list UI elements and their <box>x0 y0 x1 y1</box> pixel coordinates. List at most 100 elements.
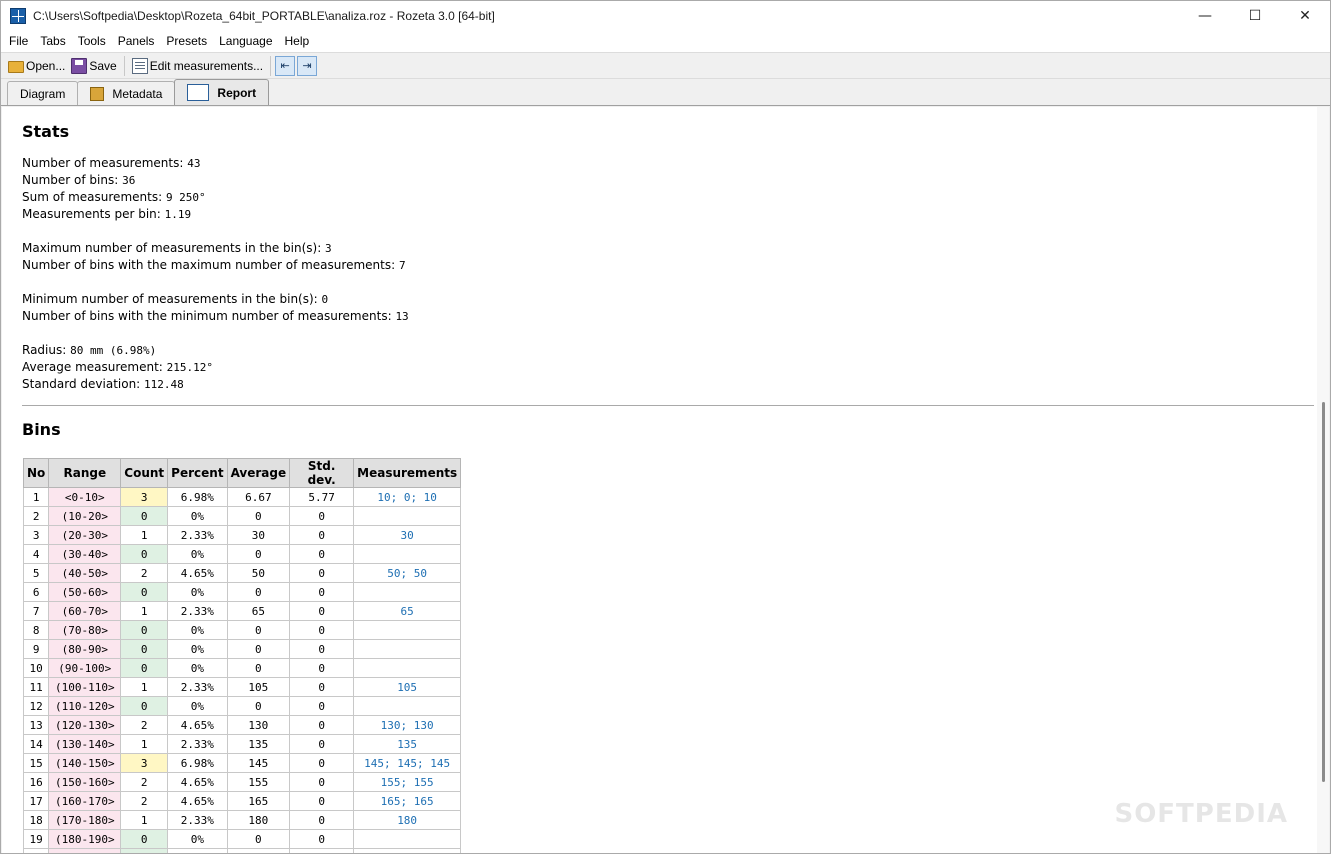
bin-percent-cell: 6.98% <box>167 753 228 773</box>
menu-help[interactable]: Help <box>279 31 316 52</box>
previous-panel-button[interactable]: ⇤ <box>275 55 296 76</box>
bin-range-cell: (60-70> <box>48 601 122 621</box>
menu-presets[interactable]: Presets <box>160 31 213 52</box>
column-header-average[interactable]: Average <box>226 458 291 488</box>
bin-percent-cell: 2.33% <box>167 734 228 754</box>
menu-tools[interactable]: Tools <box>72 31 112 52</box>
bin-std-dev-cell: 0 <box>289 506 355 526</box>
tab-report[interactable]: Report <box>174 79 270 105</box>
stat-line: Measurements per bin: 1.19 <box>22 206 1318 223</box>
bin-range-cell: (70-80> <box>48 620 122 640</box>
column-header-measurements[interactable]: Measurements <box>353 458 462 488</box>
bin-range-cell: (170-180> <box>48 810 122 830</box>
stat-line: Maximum number of measurements in the bi… <box>22 240 1318 257</box>
stat-value: 1.19 <box>164 208 192 221</box>
tab-metadata-label: Metadata <box>112 86 163 101</box>
stat-label: Measurements per bin: <box>22 207 165 221</box>
bin-number-cell: 14 <box>22 734 50 754</box>
next-panel-button[interactable]: ⇥ <box>297 55 318 76</box>
menu-bar: File Tabs Tools Panels Presets Language … <box>1 31 1330 52</box>
bin-range-cell: (100-110> <box>48 677 122 697</box>
bin-number-cell: 6 <box>22 582 50 602</box>
bin-number-cell: 18 <box>22 810 50 830</box>
bin-measurements-cell <box>353 506 462 526</box>
bin-std-dev-cell: 0 <box>289 791 355 811</box>
table-row: 6 (50-60> 0 0% 0 0 <box>22 582 462 602</box>
bin-measurements-cell <box>353 582 462 602</box>
maximize-button[interactable]: ☐ <box>1230 1 1280 31</box>
bin-percent-cell: 0% <box>167 829 228 849</box>
bins-table: No Range Count Percent Average Std. dev.… <box>22 458 462 853</box>
bin-number-cell: 17 <box>22 791 50 811</box>
menu-panels[interactable]: Panels <box>112 31 161 52</box>
bin-average-cell: 0 <box>226 620 291 640</box>
stat-label: Radius: <box>22 343 71 357</box>
stat-spacer <box>22 223 1318 240</box>
menu-file[interactable]: File <box>3 31 34 52</box>
bin-count-cell: 0 <box>120 620 169 640</box>
edit-measurements-button[interactable]: Edit measurements... <box>129 55 266 77</box>
bin-number-cell: 8 <box>22 620 50 640</box>
minimize-button[interactable]: — <box>1180 1 1230 31</box>
bin-std-dev-cell: 0 <box>289 525 355 545</box>
bin-percent-cell: 4.65% <box>167 715 228 735</box>
bin-average-cell: 180 <box>226 810 291 830</box>
bin-measurements-cell <box>353 848 462 853</box>
bin-measurements-cell: 165; 165 <box>353 791 462 811</box>
bin-number-cell: 1 <box>22 487 50 507</box>
bins-heading: Bins <box>22 420 61 439</box>
bin-std-dev-cell: 0 <box>289 829 355 849</box>
bin-range-cell: (120-130> <box>48 715 122 735</box>
bin-std-dev-cell: 0 <box>289 848 355 853</box>
vertical-scrollbar[interactable] <box>1317 107 1329 853</box>
column-header-std-dev[interactable]: Std. dev. <box>289 458 355 488</box>
bin-std-dev-cell: 0 <box>289 582 355 602</box>
bin-range-cell: (150-160> <box>48 772 122 792</box>
bin-std-dev-cell: 0 <box>289 753 355 773</box>
table-row: 12 (110-120> 0 0% 0 0 <box>22 696 462 716</box>
bin-std-dev-cell: 0 <box>289 715 355 735</box>
bin-measurements-cell: 30 <box>353 525 462 545</box>
table-row: 14 (130-140> 1 2.33% 135 0 135 <box>22 734 462 754</box>
bin-range-cell: (180-190> <box>48 829 122 849</box>
bin-std-dev-cell: 0 <box>289 734 355 754</box>
tab-metadata[interactable]: Metadata <box>77 81 176 105</box>
scrollbar-thumb[interactable] <box>1322 402 1325 782</box>
bin-percent-cell: 0% <box>167 639 228 659</box>
edit-measurements-label: Edit measurements... <box>149 58 264 73</box>
bin-count-cell: 0 <box>120 658 169 678</box>
save-button[interactable]: Save <box>68 55 119 77</box>
softpedia-watermark: SOFTPEDIA <box>1114 799 1288 829</box>
table-row: 4 (30-40> 0 0% 0 0 <box>22 544 462 564</box>
bin-measurements-cell: 65 <box>353 601 462 621</box>
bin-count-cell: 0 <box>120 829 169 849</box>
table-row: 18 (170-180> 1 2.33% 180 0 180 <box>22 810 462 830</box>
window-title: C:\Users\Softpedia\Desktop\Rozeta_64bit_… <box>33 9 495 23</box>
tab-diagram[interactable]: Diagram <box>7 81 79 105</box>
bin-average-cell: 0 <box>226 696 291 716</box>
column-header-count[interactable]: Count <box>120 458 169 488</box>
open-button[interactable]: Open... <box>5 55 68 77</box>
menu-language[interactable]: Language <box>213 31 278 52</box>
column-header-no[interactable]: No <box>22 458 50 488</box>
toolbar-separator <box>270 55 272 76</box>
column-header-percent[interactable]: Percent <box>167 458 228 488</box>
stat-line: Radius: 80 mm (6.98%) <box>22 342 1318 359</box>
floppy-disk-icon <box>71 57 88 74</box>
bin-range-cell: (160-170> <box>48 791 122 811</box>
column-header-range[interactable]: Range <box>48 458 122 488</box>
stat-label: Number of bins with the maximum number o… <box>22 258 399 272</box>
bin-percent-cell: 2.33% <box>167 601 228 621</box>
bin-percent-cell: 0% <box>167 544 228 564</box>
bin-average-cell: 30 <box>226 525 291 545</box>
bin-average-cell: 155 <box>226 772 291 792</box>
bin-count-cell: 0 <box>120 696 169 716</box>
table-row: 16 (150-160> 2 4.65% 155 0 155; 155 <box>22 772 462 792</box>
stat-line: Average measurement: 215.12° <box>22 359 1318 376</box>
bin-count-cell: 1 <box>120 525 169 545</box>
close-button[interactable]: ✕ <box>1280 1 1330 31</box>
bin-std-dev-cell: 0 <box>289 810 355 830</box>
bin-percent-cell: 4.65% <box>167 772 228 792</box>
bin-number-cell: 16 <box>22 772 50 792</box>
menu-tabs[interactable]: Tabs <box>34 31 71 52</box>
